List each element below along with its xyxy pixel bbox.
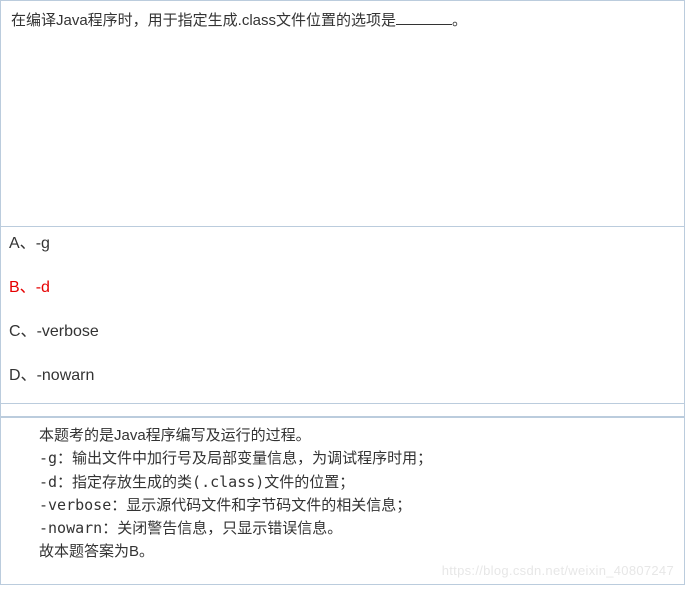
- option-c[interactable]: C、-verbose: [5, 307, 678, 351]
- option-b-label: B、: [9, 279, 36, 296]
- separator-row: [0, 403, 685, 417]
- option-d-text: -nowarn: [37, 367, 95, 384]
- fill-blank: [396, 9, 452, 25]
- option-b-text: -d: [36, 279, 50, 296]
- option-d[interactable]: D、-nowarn: [5, 351, 678, 395]
- explanation-line-3: -d：指定存放生成的类(.class)文件的位置；: [39, 471, 678, 494]
- option-b[interactable]: B、-d: [5, 263, 678, 307]
- explanation-line-1: 本题考的是Java程序编写及运行的过程。: [39, 424, 678, 447]
- explanation-line-4: -verbose：显示源代码文件和字节码文件的相关信息；: [39, 494, 678, 517]
- option-a-text: -g: [36, 235, 50, 252]
- explanation-line-6: 故本题答案为B。: [39, 540, 678, 563]
- explanation-panel: 本题考的是Java程序编写及运行的过程。 -g：输出文件中加行号及局部变量信息，…: [0, 417, 685, 585]
- option-c-text: -verbose: [37, 323, 99, 340]
- question-text: 在编译Java程序时，用于指定生成.class文件位置的选项是 。: [11, 9, 674, 33]
- option-c-label: C、: [9, 323, 37, 340]
- option-a[interactable]: A、-g: [5, 229, 678, 263]
- explanation-line-2: -g：输出文件中加行号及局部变量信息，为调试程序时用；: [39, 447, 678, 470]
- question-prefix: 在编译Java程序时，用于指定生成.class文件位置的选项是: [11, 12, 396, 29]
- option-a-label: A、: [9, 235, 36, 252]
- explanation-line-5: -nowarn：关闭警告信息，只显示错误信息。: [39, 517, 678, 540]
- option-d-label: D、: [9, 367, 37, 384]
- question-suffix: 。: [452, 12, 467, 29]
- options-panel: A、-g B、-d C、-verbose D、-nowarn: [0, 226, 685, 403]
- question-panel: 在编译Java程序时，用于指定生成.class文件位置的选项是 。: [0, 0, 685, 226]
- watermark-text: https://blog.csdn.net/weixin_40807247: [442, 561, 674, 581]
